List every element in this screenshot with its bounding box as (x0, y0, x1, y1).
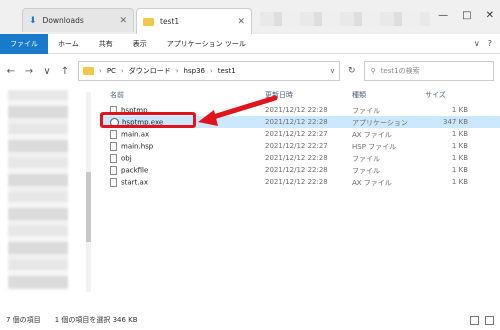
file-size: 1 KB (451, 154, 468, 162)
file-icon (110, 130, 117, 139)
recent-locations-icon[interactable]: ∨ (42, 66, 52, 77)
file-row[interactable]: packfile 2021/12/12 22:28 ファイル 1 KB (100, 164, 500, 176)
sidebar-scrollbar[interactable] (86, 92, 91, 292)
large-icons-view-icon[interactable] (485, 315, 494, 325)
column-type[interactable]: 種類 (352, 90, 366, 100)
tab-test1[interactable]: test1 ✕ (136, 8, 252, 34)
file-size: 347 KB (443, 118, 468, 126)
ribbon-menu: ファイル ホーム 共有 表示 アプリケーション ツール ∨ ? (0, 33, 500, 54)
file-row[interactable]: main.ax 2021/12/12 22:27 AX ファイル 1 KB (100, 128, 500, 140)
navigation-pane (0, 88, 96, 308)
file-row[interactable]: obj 2021/12/12 22:28 ファイル 1 KB (100, 152, 500, 164)
breadcrumb-pc[interactable]: PC (107, 67, 116, 75)
file-date: 2021/12/12 22:28 (265, 154, 328, 162)
ribbon-tab-home[interactable]: ホーム (48, 34, 89, 54)
column-size[interactable]: サイズ (425, 90, 446, 100)
file-name: main.ax (121, 130, 150, 139)
chevron-right-icon: › (175, 67, 179, 75)
file-size: 1 KB (451, 106, 468, 114)
title-bar: ⬇ Downloads ✕ test1 ✕ — □ ✕ (0, 0, 500, 34)
file-size: 1 KB (451, 142, 468, 150)
column-name[interactable]: 名前 (110, 90, 124, 100)
close-icon[interactable]: ✕ (237, 17, 245, 27)
file-size: 1 KB (451, 166, 468, 174)
file-type: AX ファイル (352, 179, 392, 187)
search-icon: ⚲ (370, 67, 376, 75)
selection-info: 1 個の項目を選択 346 KB (54, 316, 138, 324)
item-count: 7 個の項目 (6, 316, 41, 324)
folder-icon (83, 67, 94, 75)
file-type: ファイル (352, 167, 380, 175)
folder-icon (143, 17, 154, 26)
maximize-button[interactable]: □ (462, 10, 471, 21)
file-type: ファイル (352, 107, 380, 115)
scrollbar-thumb[interactable] (86, 172, 91, 242)
window-controls: — □ ✕ (438, 10, 494, 21)
address-bar-row: ← → ∨ ↑ › PC › ダウンロード › hsp36 › test1 ∨ … (0, 54, 500, 88)
file-size: 1 KB (451, 178, 468, 186)
file-date: 2021/12/12 22:28 (265, 166, 328, 174)
tab-test1-title: test1 (160, 17, 180, 26)
file-type: アプリケーション (352, 119, 408, 127)
view-toggle (470, 315, 494, 325)
annotation-arrow-icon (198, 95, 278, 126)
breadcrumb[interactable]: › PC › ダウンロード › hsp36 › test1 ∨ (78, 61, 340, 81)
chevron-right-icon: › (120, 67, 124, 75)
file-name: main.hsp (121, 142, 154, 151)
ribbon-tab-app-tools[interactable]: アプリケーション ツール (157, 34, 256, 54)
file-date: 2021/12/12 22:27 (265, 142, 328, 150)
close-icon[interactable]: ✕ (119, 16, 127, 26)
help-icon[interactable]: ? (488, 39, 492, 48)
back-button[interactable]: ← (6, 66, 16, 77)
breadcrumb-test1[interactable]: test1 (218, 67, 236, 75)
ribbon-tab-file[interactable]: ファイル (0, 33, 48, 54)
file-type: AX ファイル (352, 131, 392, 139)
file-icon (110, 142, 117, 151)
ribbon-tab-view[interactable]: 表示 (123, 34, 157, 54)
blurred-region (8, 90, 68, 290)
chevron-right-icon: › (99, 67, 102, 75)
breadcrumb-downloads[interactable]: ダウンロード (129, 66, 171, 76)
tab-downloads-title: Downloads (42, 16, 84, 25)
file-type: ファイル (352, 155, 380, 163)
search-placeholder: test1の検索 (380, 67, 420, 75)
blurred-region (260, 12, 430, 26)
download-icon: ⬇ (29, 15, 37, 26)
file-icon (110, 178, 117, 187)
file-date: 2021/12/12 22:28 (265, 178, 328, 186)
file-size: 1 KB (451, 130, 468, 138)
file-row[interactable]: start.ax 2021/12/12 22:28 AX ファイル 1 KB (100, 176, 500, 188)
ribbon-tab-share[interactable]: 共有 (89, 34, 123, 54)
search-input[interactable]: ⚲ test1の検索 (363, 61, 494, 81)
address-dropdown-icon[interactable]: ∨ (330, 67, 335, 75)
file-row[interactable]: main.hsp 2021/12/12 22:27 HSP ファイル 1 KB (100, 140, 500, 152)
breadcrumb-hsp36[interactable]: hsp36 (184, 67, 205, 75)
status-bar: 7 個の項目 1 個の項目を選択 346 KB (0, 310, 500, 330)
up-button[interactable]: ↑ (60, 66, 70, 77)
chevron-down-icon[interactable]: ∨ (474, 39, 480, 48)
refresh-icon[interactable]: ↻ (348, 66, 356, 76)
column-header: 名前 更新日時 種類 サイズ (100, 88, 500, 102)
tab-downloads[interactable]: ⬇ Downloads ✕ (22, 8, 134, 32)
file-name: obj (121, 154, 132, 163)
minimize-button[interactable]: — (438, 10, 448, 21)
file-name: start.ax (121, 178, 148, 187)
file-icon (110, 154, 117, 163)
details-view-icon[interactable] (470, 315, 479, 325)
file-icon (110, 166, 117, 175)
forward-button[interactable]: → (24, 66, 34, 77)
file-name: packfile (121, 166, 149, 175)
file-type: HSP ファイル (352, 143, 397, 151)
chevron-right-icon: › (209, 67, 213, 75)
close-button[interactable]: ✕ (486, 10, 494, 21)
